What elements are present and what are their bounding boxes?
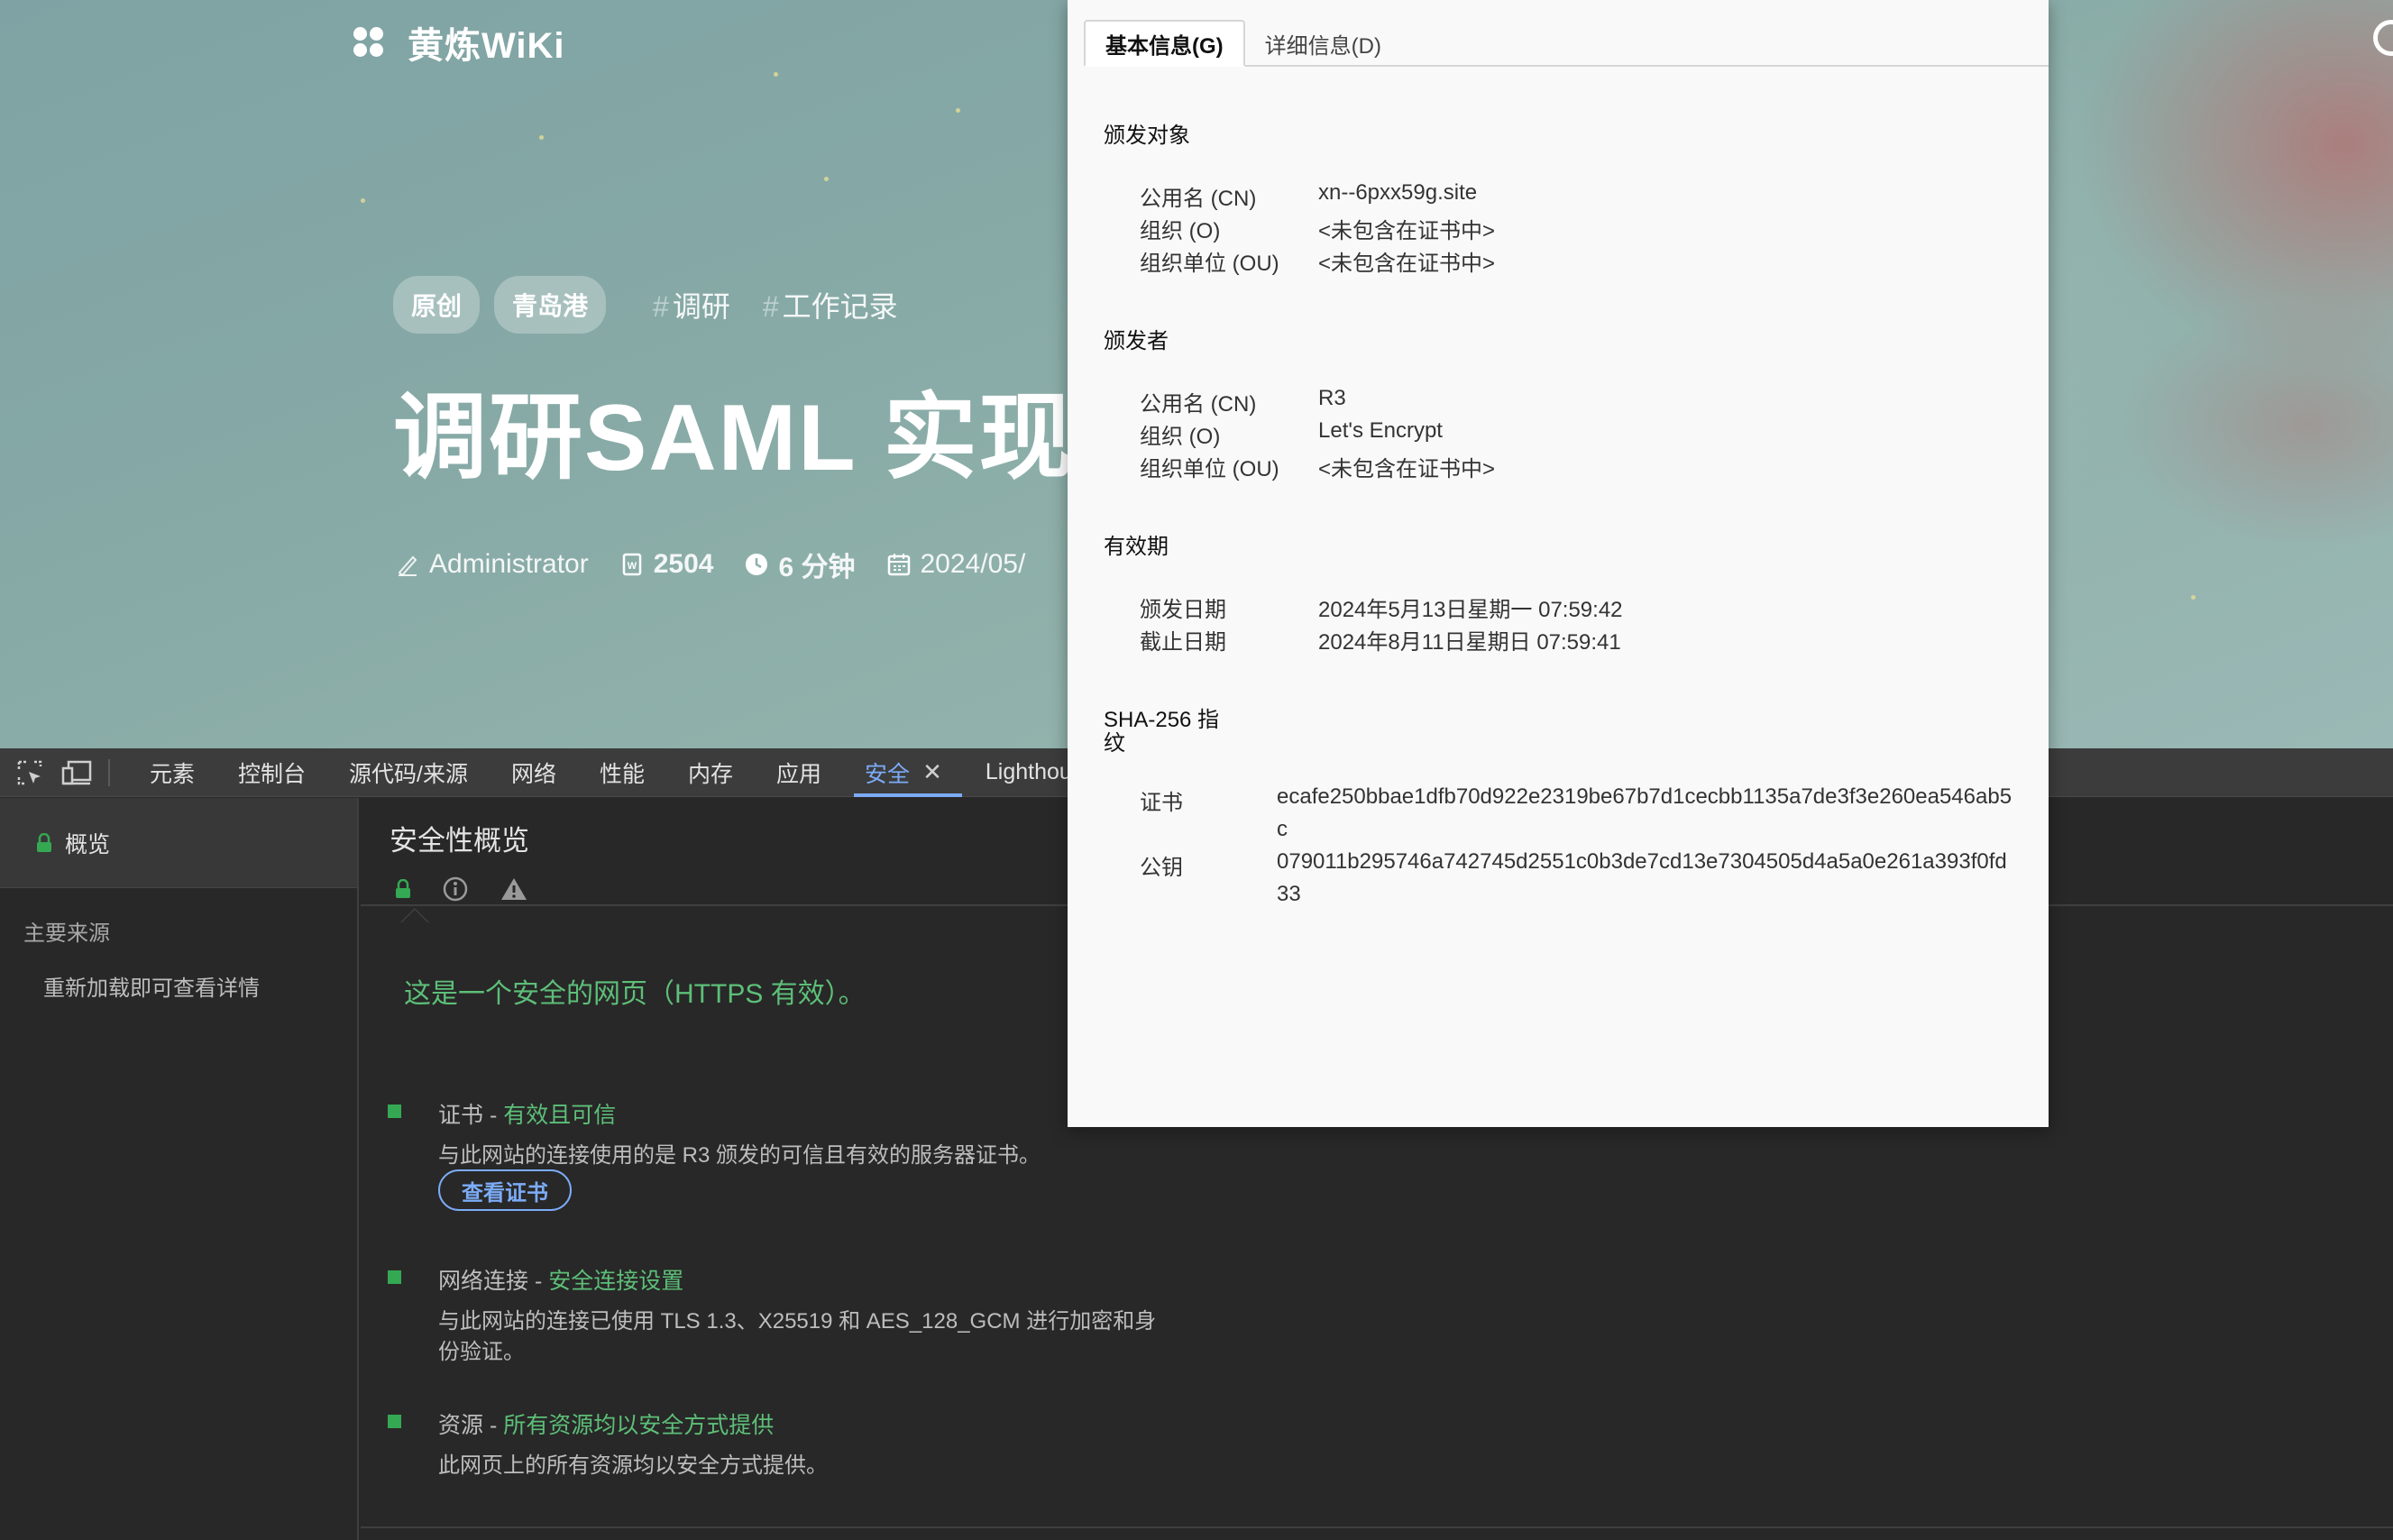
sidebar-item-overview[interactable]: 概览 [0,798,357,888]
certificate-desc: 与此网站的连接使用的是 R3 颁发的可信且有效的服务器证书。 [438,1143,1041,1168]
tab-performance[interactable]: 性能 [578,748,666,797]
toolbar-divider [108,758,110,786]
security-sidebar: 概览 主要来源 重新加载即可查看详情 [0,798,359,1540]
meta-word-count: W 2504 [619,549,713,580]
sparkle [824,177,829,181]
fingerprint-title: SHA-256 指 纹 [1104,708,1220,756]
tab-sources[interactable]: 源代码/来源 [327,748,490,797]
pen-icon [398,555,417,577]
connection-desc: 与此网站的连接已使用 TLS 1.3、X25519 和 AES_128_GCM … [438,1309,1157,1364]
info-icon [443,876,468,902]
tab-elements[interactable]: 元素 [128,748,216,797]
field-label: 组织 (O) [1140,219,1221,243]
field-label: 组织单位 (OU) [1140,457,1279,481]
pubkey-fingerprint: 079011b295746a742745d2551c0b3de7cd13e730… [1277,849,2007,906]
post-tags: 原创 青岛港 # 调研 # 工作记录 [393,276,898,334]
tab-network[interactable]: 网络 [490,748,578,797]
tab-security[interactable]: 安全 ✕ [843,748,964,797]
view-certificate-button[interactable]: 查看证书 [438,1169,572,1211]
status-square [388,1105,401,1118]
field-label: 截止日期 [1140,630,1226,655]
meta-read-time: 6 分钟 [744,545,856,584]
tab-memory[interactable]: 内存 [666,748,755,797]
tag-original[interactable]: 原创 [393,276,481,334]
validity-title: 有效期 [1104,535,1169,559]
clock-icon [746,554,768,575]
meta-date: 2024/05/ [886,549,1025,580]
tab-console[interactable]: 控制台 [216,748,327,797]
issued-to-o: <未包含在证书中> [1318,219,1496,243]
issued-by-cn: R3 [1318,386,1346,410]
sparkle [361,198,365,203]
field-label: 组织单位 (OU) [1140,252,1279,276]
issued-by-ou: <未包含在证书中> [1318,457,1496,481]
word-doc-icon: W [622,553,641,576]
field-label: 组织 (O) [1140,425,1221,449]
svg-text:W: W [628,561,637,572]
tag-category[interactable]: 青岛港 [494,276,607,334]
meta-author: Administrator [395,549,589,580]
site-logo[interactable]: 黄炼WiKi [353,16,565,69]
calendar-icon [887,554,910,576]
sidebar-reload-hint: 重新加载即可查看详情 [43,976,260,1001]
certificate-viewer-dialog: 基本信息(G) 详细信息(D) 颁发对象 公用名 (CN) xn--6pxx59… [1068,0,2049,1127]
resources-desc: 此网页上的所有资源均以安全方式提供。 [438,1453,828,1478]
device-toolbar-icon[interactable] [61,757,92,788]
issued-to-ou: <未包含在证书中> [1318,252,1496,276]
lock-icon [396,879,410,898]
tab-application[interactable]: 应用 [755,748,843,797]
user-icon[interactable] [2373,20,2393,56]
issued-by-title: 颁发者 [1104,329,1169,353]
issue-date: 2024年5月13日星期一 07:59:42 [1318,598,1623,622]
issued-to-title: 颁发对象 [1104,124,1190,148]
issued-to-cn: xn--6pxx59g.site [1318,180,1478,205]
connection-status: 网络连接 - 安全连接设置 [438,1269,684,1294]
site-title: 黄炼WiKi [408,26,565,66]
hashtag-worklog[interactable]: # 工作记录 [763,284,898,325]
post-meta: Administrator W 2504 6 分钟 2024/05/ [395,545,1025,584]
resources-status: 资源 - 所有资源均以安全方式提供 [438,1413,775,1438]
status-square [388,1270,401,1284]
divider [361,1526,2393,1528]
hashtag-research[interactable]: # 调研 [653,284,730,325]
tab-details[interactable]: 详细信息(D) [1245,20,1401,67]
sidebar-heading-main-origin: 主要来源 [23,921,110,946]
cert-fingerprint: ecafe250bbae1dfb70d922e2319be67b7d1cecbb… [1277,784,2013,841]
issued-by-o: Let's Encrypt [1318,418,1443,443]
tab-general[interactable]: 基本信息(G) [1084,20,1245,67]
field-label: 公用名 (CN) [1140,187,1257,211]
sparkle [539,135,544,140]
post-title: 调研SAML 实现 [393,386,1075,490]
sparkle [2191,595,2196,600]
overview-title: 安全性概览 [390,825,529,857]
security-summary: 这是一个安全的网页（HTTPS 有效）。 [404,979,866,1009]
inspect-element-icon[interactable] [14,757,45,788]
sparkle [956,108,960,113]
sparkle [774,72,778,77]
warning-icon [501,878,527,900]
close-tab-icon[interactable]: ✕ [922,758,942,786]
field-label: 公用名 (CN) [1140,392,1257,417]
field-label: 证书 [1140,791,1183,815]
certificate-status: 证书 - 有效且可信 [438,1103,617,1128]
selected-indicator [400,908,429,922]
field-label: 颁发日期 [1140,598,1226,622]
security-state-icons [395,875,528,922]
lock-icon [37,832,51,852]
field-label: 公钥 [1140,856,1183,880]
certificate-tabs: 基本信息(G) 详细信息(D) [1084,20,2049,67]
expiry-date: 2024年8月11日星期日 07:59:41 [1318,630,1621,655]
clover-icon [353,27,384,58]
status-square [388,1415,401,1428]
